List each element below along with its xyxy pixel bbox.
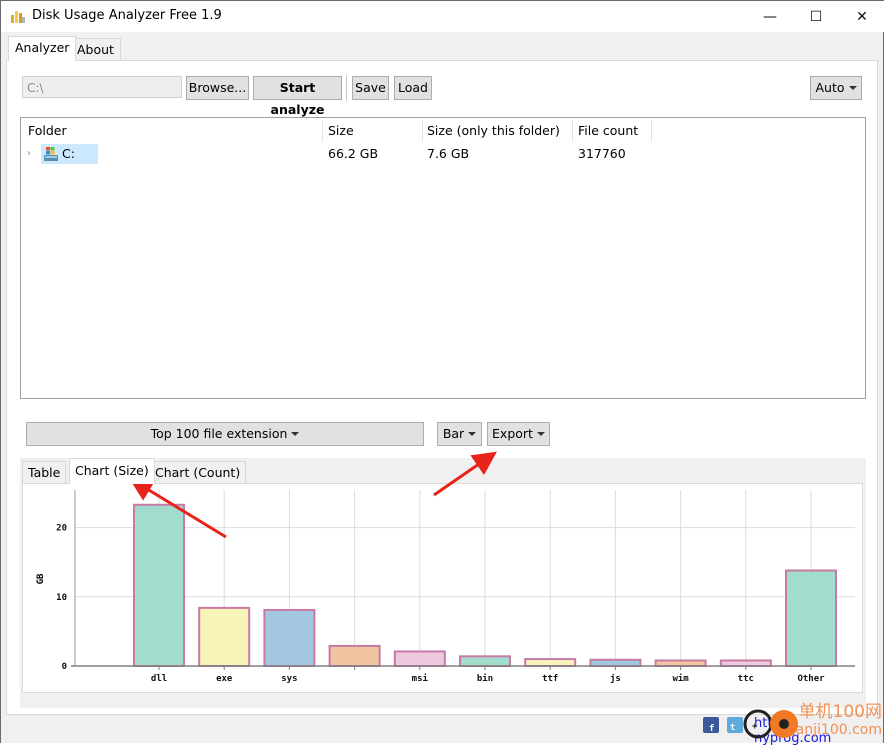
chevron-down-icon (536, 431, 545, 436)
x-tick-label: ttf (542, 674, 558, 684)
chart-panel: 0 10 20 dll exe sys msi bin ttf js wim ttc Other GB (22, 483, 863, 693)
group-by-dropdown[interactable]: Top 100 file extension (26, 422, 424, 446)
folder-file-count: 317760 (578, 146, 626, 161)
column-divider[interactable] (572, 120, 573, 142)
folder-tree[interactable]: Folder Size Size (only this folder) File… (20, 117, 866, 399)
app-logo-icon (11, 11, 25, 23)
bar[interactable] (654, 659, 707, 668)
x-tick-label: wim (672, 673, 689, 684)
tab-chart-size[interactable]: Chart (Size) (69, 458, 155, 484)
svg-text:f: f (709, 724, 714, 733)
title-bar: Disk Usage Analyzer Free 1.9 — ☐ ✕ (1, 1, 885, 32)
minimize-button[interactable]: — (747, 1, 793, 32)
x-tick-label: js (610, 673, 621, 684)
bar[interactable] (263, 608, 316, 667)
export-label: Export (492, 426, 533, 441)
x-tick-label: sys (281, 674, 297, 684)
bar[interactable] (459, 655, 511, 667)
close-button[interactable]: ✕ (839, 1, 885, 32)
bar-chart: 0 10 20 dll exe sys msi bin ttf js wim ttc Other GB (36, 490, 855, 684)
y-tick-label: 10 (56, 593, 67, 603)
path-input[interactable]: C:\ (22, 76, 182, 98)
folder-size: 66.2 GB (328, 146, 379, 161)
watermark: 单机100网 danji100.com (787, 703, 882, 739)
watermark-text: 单机100网 (798, 702, 882, 722)
bar[interactable] (719, 659, 772, 668)
twitter-icon[interactable]: t (727, 717, 743, 733)
column-divider[interactable] (651, 120, 652, 142)
bar[interactable] (328, 644, 381, 668)
chevron-down-icon (468, 431, 477, 436)
browse-button[interactable]: Browse... (186, 76, 249, 100)
svg-text:t: t (730, 723, 735, 733)
start-analyze-button[interactable]: Start analyze (253, 76, 342, 117)
y-tick-label: 20 (56, 524, 67, 534)
drive-icon (44, 147, 58, 161)
save-button[interactable]: Save (352, 76, 389, 100)
tab-chart-count[interactable]: Chart (Count) (149, 461, 247, 483)
window-title: Disk Usage Analyzer Free 1.9 (32, 8, 222, 23)
bar[interactable] (524, 658, 577, 668)
minimize-icon: — (763, 8, 777, 25)
auto-dropdown[interactable]: Auto (810, 76, 862, 100)
tab-analyzer[interactable]: Analyzer (8, 36, 77, 61)
facebook-icon[interactable]: f (703, 717, 719, 733)
column-header-folder[interactable]: Folder (28, 122, 67, 140)
maximize-icon: ☐ (809, 8, 823, 25)
column-header-size[interactable]: Size (328, 122, 354, 140)
chevron-down-icon (848, 85, 857, 90)
chevron-down-icon (291, 431, 300, 436)
close-icon: ✕ (856, 8, 868, 25)
bar[interactable] (785, 569, 837, 667)
x-tick-label: bin (477, 673, 493, 684)
tab-about[interactable]: About (70, 38, 121, 60)
x-tick-label: ttc (738, 674, 754, 684)
x-tick-label: msi (412, 673, 429, 684)
x-tick-label: dll (151, 674, 167, 684)
y-tick-label: 0 (62, 662, 67, 672)
column-divider[interactable] (322, 120, 323, 142)
column-header-size-only[interactable]: Size (only this folder) (427, 122, 560, 140)
group-by-label: Top 100 file extension (150, 426, 288, 441)
expand-arrow-icon[interactable]: › (27, 148, 31, 159)
column-header-file-count[interactable]: File count (578, 122, 638, 140)
chart-type-label: Bar (442, 426, 465, 441)
auto-dropdown-label: Auto (815, 80, 845, 95)
x-tick-label: exe (216, 674, 233, 684)
x-tick-label: Other (797, 674, 825, 684)
export-dropdown[interactable]: Export (487, 422, 550, 446)
y-axis-label: GB (36, 573, 46, 584)
chart-type-dropdown[interactable]: Bar (437, 422, 482, 446)
watermark-url: danji100.com (786, 722, 882, 738)
bar[interactable] (198, 606, 251, 667)
toolbar-separator (346, 75, 347, 101)
tab-table[interactable]: Table (22, 461, 67, 483)
bar[interactable] (133, 503, 185, 667)
load-button[interactable]: Load (394, 76, 432, 100)
column-divider[interactable] (422, 120, 423, 142)
maximize-button[interactable]: ☐ (793, 1, 839, 32)
bar[interactable] (393, 650, 446, 668)
folder-size-only: 7.6 GB (427, 146, 470, 161)
bar[interactable] (589, 658, 642, 668)
folder-name: C: (62, 146, 75, 161)
